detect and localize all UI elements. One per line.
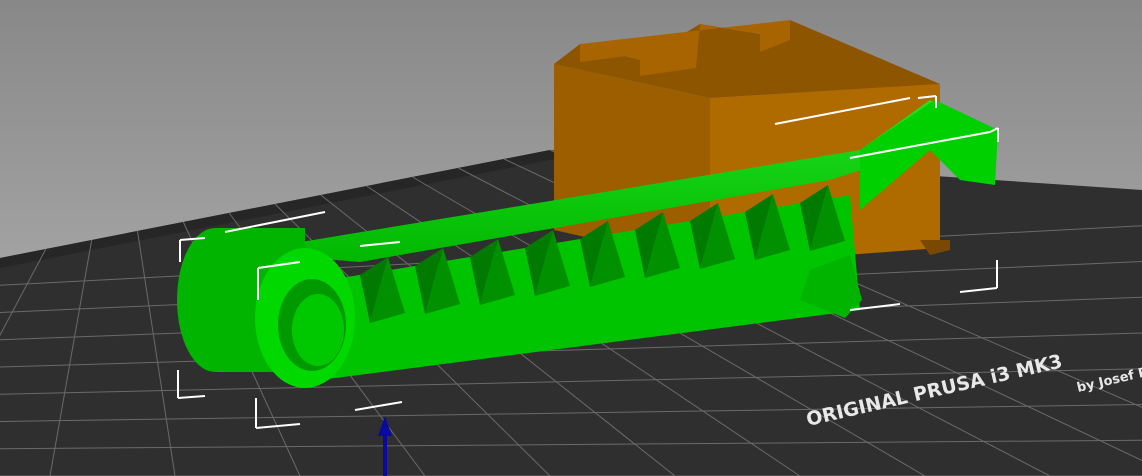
- scene-canvas[interactable]: ORIGINAL PRUSA i3 MK3 by Josef Prusa: [0, 0, 1142, 476]
- 3d-viewport[interactable]: ORIGINAL PRUSA i3 MK3 by Josef Prusa: [0, 0, 1142, 476]
